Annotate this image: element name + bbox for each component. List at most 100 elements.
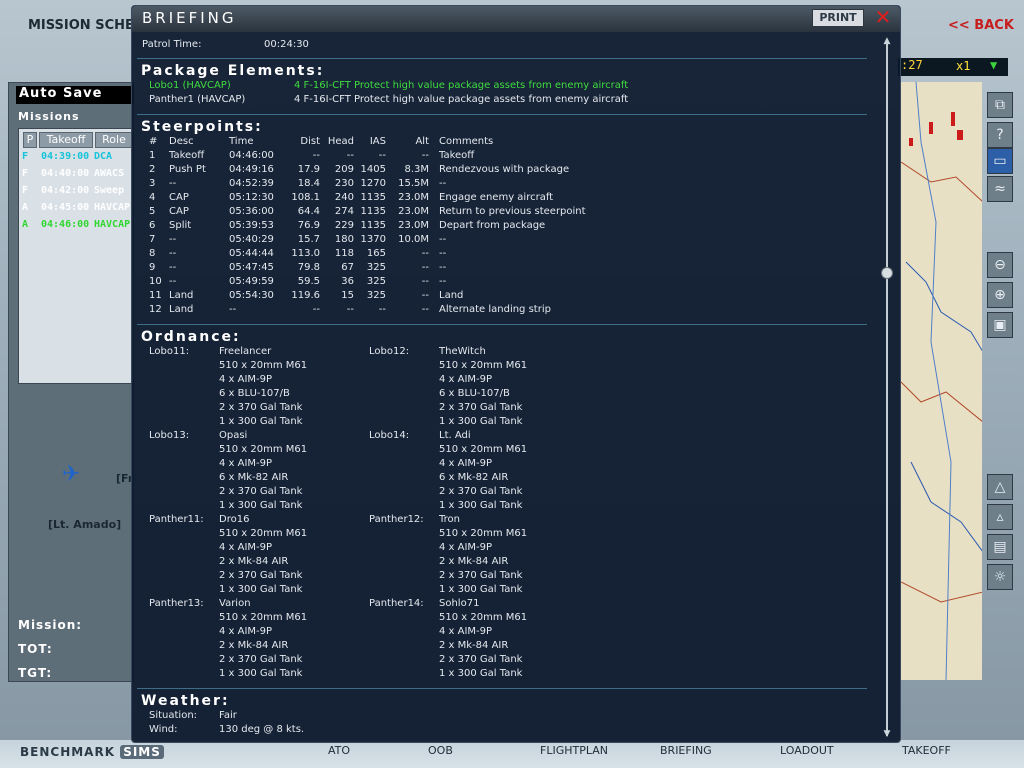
steerpoint-cell: 10.0M <box>398 234 429 245</box>
steerpoint-cell: -- <box>312 150 320 161</box>
mission-p: A <box>22 202 29 213</box>
ordnance-item: 2 x 370 Gal Tank <box>219 654 303 665</box>
steerpoint-cell: 2 <box>149 164 156 175</box>
steerpoint-cell: 325 <box>366 290 386 301</box>
ordnance-item: 510 x 20mm M61 <box>219 528 308 539</box>
steerpoint-cell: CAP <box>169 206 189 217</box>
situation-value: Fair <box>219 710 237 721</box>
missions-header-p[interactable]: P <box>23 132 37 148</box>
mission-takeoff: 04:45:00 <box>41 202 90 213</box>
steerpoint-cell: -- <box>169 276 177 287</box>
nav-oob[interactable]: OOB <box>428 744 453 757</box>
steerpoint-cell: 67 <box>341 262 354 273</box>
steerpoint-cell: 05:36:00 <box>229 206 274 217</box>
steerpoint-cell: 05:39:53 <box>229 220 274 231</box>
briefing-window: Briefing PRINT ✕ ▲ ▼ Patrol Time: 00:24:… <box>131 5 901 743</box>
briefing-titlebar[interactable]: Briefing PRINT ✕ <box>132 6 900 32</box>
units-icon[interactable]: ▤ <box>987 534 1013 560</box>
steerpoint-cell: Land <box>169 290 194 301</box>
ordnance-item: 1 x 300 Gal Tank <box>219 668 303 679</box>
nav-takeoff[interactable]: TAKEOFF <box>902 744 951 757</box>
situation-label: Situation: <box>149 710 198 721</box>
steerpoint-header: Head <box>327 136 354 147</box>
ordnance-item: 4 x AIM-9P <box>219 374 273 385</box>
steerpoint-cell: 10 <box>149 276 162 287</box>
steerpoint-cell: 8 <box>149 248 156 259</box>
flag-icon[interactable]: ▭ <box>987 148 1013 174</box>
missions-label: Missions <box>18 110 80 123</box>
pilot-name: [Lt. Amado] <box>48 518 122 531</box>
missions-header-takeoff[interactable]: Takeoff <box>39 132 93 148</box>
steerpoint-cell: Land <box>169 304 194 315</box>
ordnance-slot: Lobo13: <box>149 430 190 441</box>
ordnance-item: 2 x 370 Gal Tank <box>439 486 523 497</box>
steerpoint-cell: 76.9 <box>297 220 320 231</box>
mission-p: F <box>22 185 29 196</box>
map-view[interactable] <box>900 82 982 680</box>
ordnance-slot: Panther12: <box>369 514 424 525</box>
nav-briefing[interactable]: BRIEFING <box>660 744 712 757</box>
mission-takeoff: 04:46:00 <box>41 219 90 230</box>
mission-p: F <box>22 151 29 162</box>
time-display: :27 x1 ▼ <box>898 58 1008 76</box>
steerpoint-cell: -- <box>169 178 177 189</box>
benchmark-logo: BENCHMARK SIMS <box>20 745 164 759</box>
ordnance-pilot: Varion <box>219 598 251 609</box>
steerpoint-cell: -- <box>229 304 237 315</box>
scroll-up-icon[interactable]: ▲ <box>881 37 893 46</box>
steerpoint-cell: Return to previous steerpoint <box>439 206 586 217</box>
route-icon[interactable]: ≈ <box>987 176 1013 202</box>
logo-text: BENCHMARK <box>20 745 116 759</box>
steerpoint-cell: Rendezvous with package <box>439 164 570 175</box>
weather-icon[interactable]: ☼ <box>987 564 1013 590</box>
time-scale[interactable]: x1 <box>956 59 970 73</box>
steerpoint-cell: 5 <box>149 206 156 217</box>
steerpoint-cell: 7 <box>149 234 156 245</box>
scroll-down-icon[interactable]: ▼ <box>881 730 893 739</box>
missions-header-role[interactable]: Role <box>95 132 133 148</box>
mission-takeoff: 04:39:00 <box>41 151 90 162</box>
patrol-time-label: Patrol Time: <box>142 39 202 50</box>
steerpoint-cell: -- <box>346 150 354 161</box>
ordnance-item: 2 x 370 Gal Tank <box>219 486 303 497</box>
nav-ato[interactable]: ATO <box>328 744 350 757</box>
steerpoint-header: IAS <box>369 136 386 147</box>
steerpoint-cell: 108.1 <box>291 192 320 203</box>
steerpoint-cell: -- <box>169 262 177 273</box>
mission-takeoff: 04:42:00 <box>41 185 90 196</box>
fit-map-icon[interactable]: ▣ <box>987 312 1013 338</box>
nav-loadout[interactable]: LOADOUT <box>780 744 834 757</box>
zoom-in-icon[interactable]: ⊕ <box>987 282 1013 308</box>
scrollbar-track[interactable] <box>886 40 888 736</box>
package-element-desc: 4 F-16I-CFT Protect high value package a… <box>294 94 629 105</box>
scrollbar-thumb[interactable] <box>881 267 893 279</box>
steerpoint-cell: 05:54:30 <box>229 290 274 301</box>
wind-value: 130 deg @ 8 kts. <box>219 724 305 735</box>
time-scale-down-icon[interactable]: ▼ <box>990 58 997 72</box>
ordnance-item: 6 x Mk-82 AIR <box>219 472 289 483</box>
zoom-out-icon[interactable]: ⊖ <box>987 252 1013 278</box>
close-icon[interactable]: ✕ <box>872 6 894 28</box>
logo-badge: SIMS <box>120 745 164 759</box>
back-button[interactable]: << BACK <box>948 18 1014 33</box>
steerpoint-cell: 6 <box>149 220 156 231</box>
ordnance-item: 1 x 300 Gal Tank <box>219 584 303 595</box>
print-button[interactable]: PRINT <box>812 9 864 27</box>
steerpoint-cell: -- <box>439 178 447 189</box>
steerpoint-cell: -- <box>439 248 447 259</box>
mission-takeoff: 04:40:00 <box>41 168 90 179</box>
steerpoint-cell: 1135 <box>360 220 386 231</box>
help-icon[interactable]: ? <box>987 122 1013 148</box>
steerpoint-cell: 209 <box>334 164 354 175</box>
nav-flightplan[interactable]: FLIGHTPLAN <box>540 744 608 757</box>
steerpoint-cell: 05:12:30 <box>229 192 274 203</box>
steerpoint-cell: Takeoff <box>169 150 205 161</box>
threat-icon[interactable]: △ <box>987 474 1013 500</box>
steerpoint-cell: 59.5 <box>297 276 320 287</box>
threat-range-icon[interactable]: ▵ <box>987 504 1013 530</box>
ordnance-item: 510 x 20mm M61 <box>219 612 308 623</box>
steerpoint-cell: 36 <box>341 276 354 287</box>
ordnance-item: 1 x 300 Gal Tank <box>439 668 523 679</box>
select-tool-icon[interactable]: ⧉ <box>987 92 1013 118</box>
steerpoint-cell: 05:49:59 <box>229 276 274 287</box>
